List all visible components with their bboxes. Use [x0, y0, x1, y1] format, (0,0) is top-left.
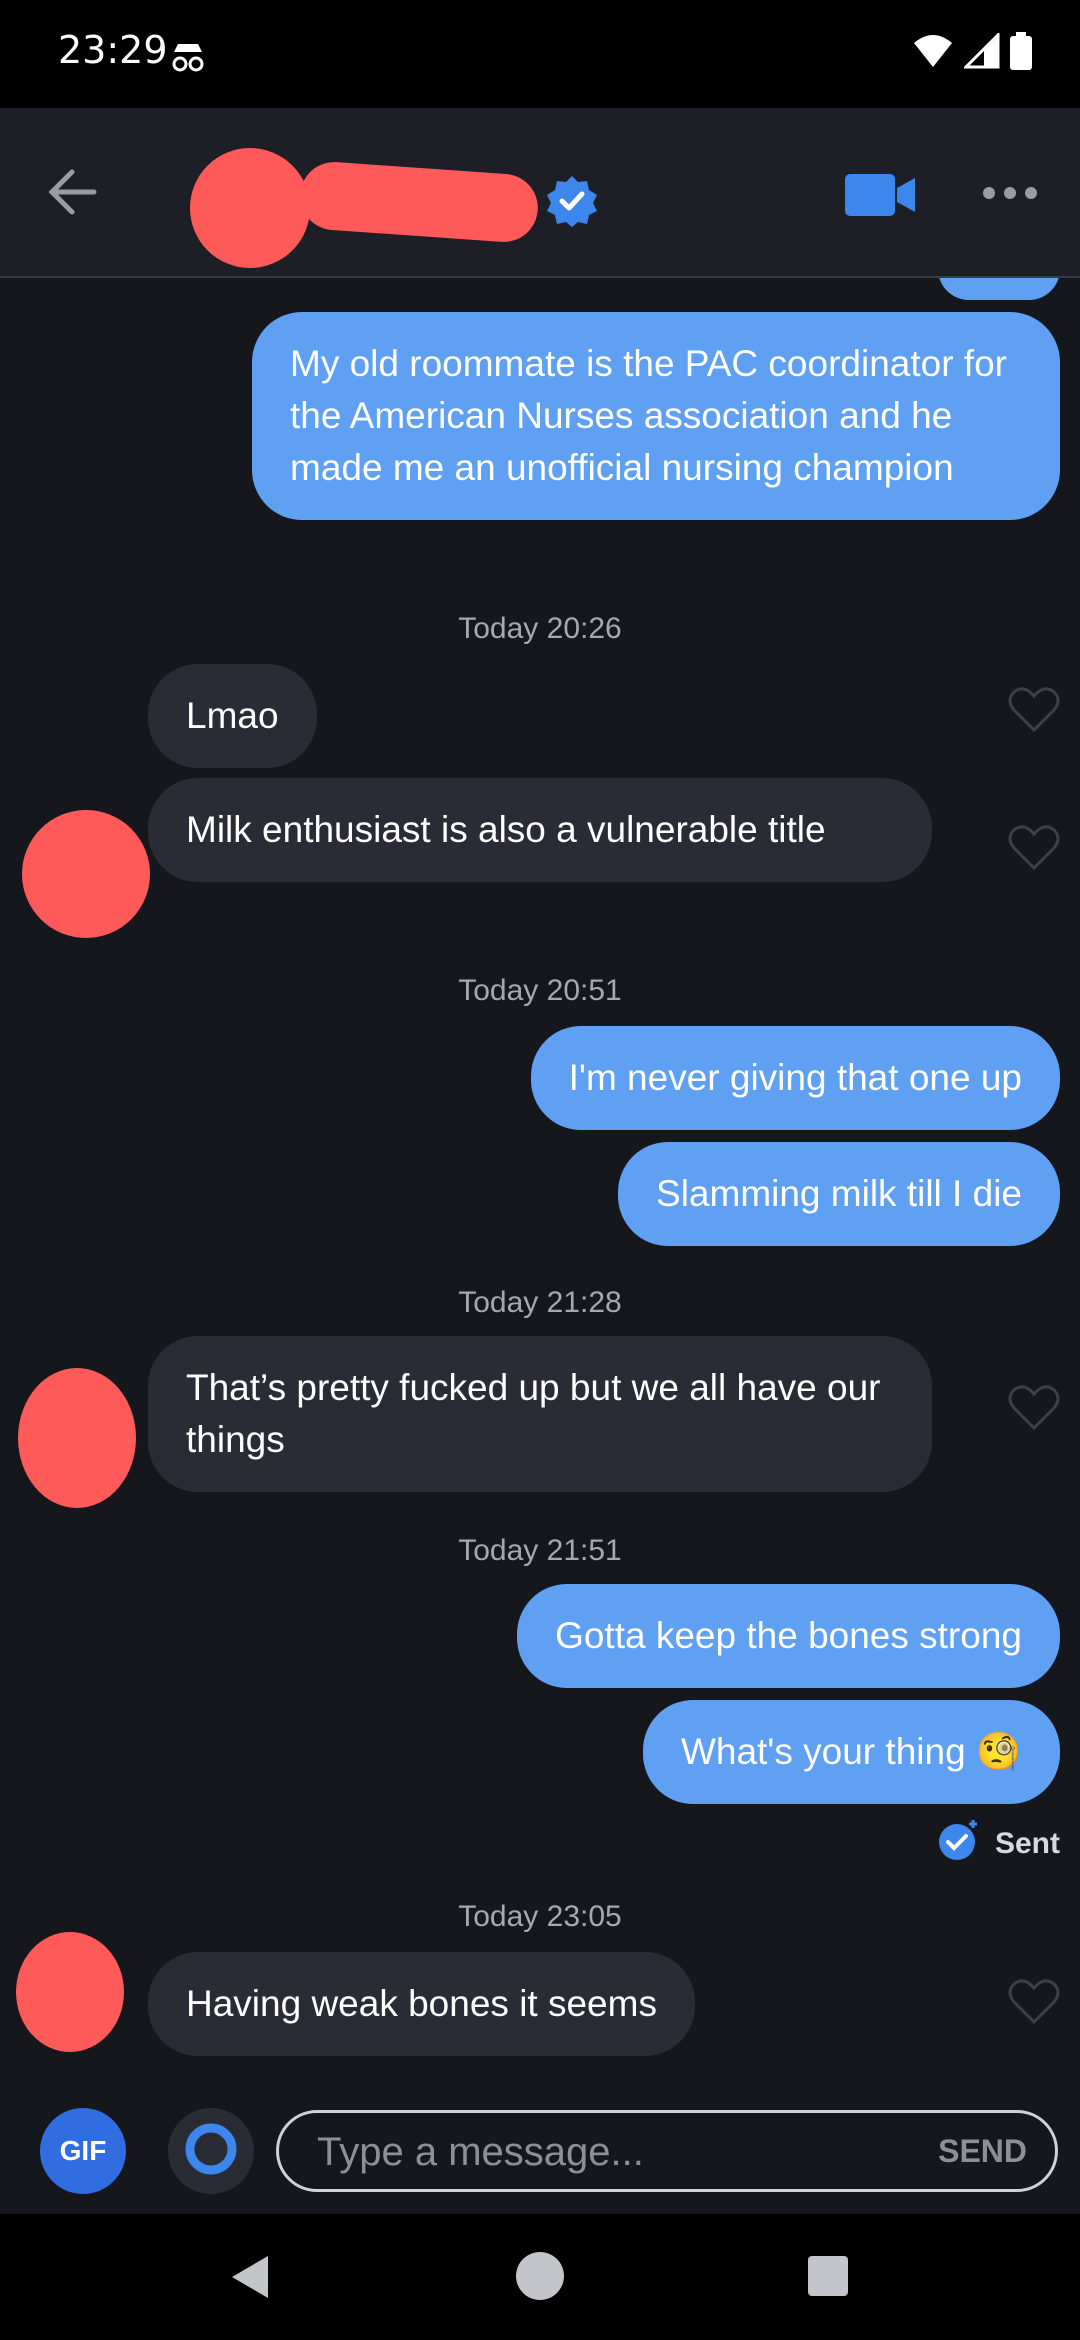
timestamp-time: 20:26 — [546, 612, 622, 645]
signal-icon — [962, 31, 1000, 74]
message-input[interactable] — [315, 2121, 879, 2183]
message-text: Lmao — [186, 695, 279, 736]
message-text: I'm never giving that one up — [568, 1057, 1022, 1098]
redacted-name — [297, 159, 541, 245]
timestamp: Today 20:51 — [0, 974, 1080, 1008]
message-outgoing[interactable]: My old roommate is the PAC coordinator f… — [252, 312, 1060, 520]
video-call-icon[interactable] — [845, 172, 917, 223]
more-icon[interactable] — [982, 186, 1038, 205]
message-text: Slamming milk till I die — [656, 1173, 1022, 1214]
message-outgoing[interactable]: I'm never giving that one up — [530, 1026, 1060, 1130]
message-incoming[interactable]: Milk enthusiast is also a vulnerable tit… — [148, 778, 932, 882]
message-text: Having weak bones it seems — [186, 1983, 657, 2024]
sender-avatar[interactable] — [16, 1932, 124, 2052]
verified-badge-icon — [545, 174, 599, 233]
message-text: What's your thing 🧐 — [680, 1731, 1022, 1772]
message-outgoing[interactable]: Slamming milk till I die — [618, 1142, 1060, 1246]
loop-icon — [183, 2121, 239, 2182]
timestamp: Today 23:05 — [0, 1900, 1080, 1934]
timestamp-time: 20:51 — [546, 974, 622, 1007]
heart-icon[interactable] — [1008, 686, 1060, 739]
gif-button[interactable]: GIF — [40, 2108, 126, 2194]
heart-icon[interactable] — [1008, 1384, 1060, 1437]
heart-icon[interactable] — [1008, 1978, 1060, 2031]
message-outgoing[interactable]: Gotta keep the bones strong — [517, 1584, 1060, 1688]
contact-avatar[interactable] — [190, 148, 310, 268]
back-arrow-icon[interactable] — [46, 168, 98, 221]
sender-avatar[interactable] — [22, 810, 150, 938]
nav-home-icon[interactable] — [514, 2250, 566, 2307]
timestamp-day: Today — [458, 1286, 539, 1319]
heart-icon[interactable] — [1008, 824, 1060, 877]
nav-recents-icon[interactable] — [806, 2254, 850, 2303]
composer-bar: GIF SEND — [0, 2080, 1080, 2214]
sent-check-icon — [937, 1818, 981, 1870]
message-incoming[interactable]: That’s pretty fucked up but we all have … — [148, 1336, 932, 1492]
message-outgoing[interactable]: What's your thing 🧐 — [642, 1700, 1060, 1804]
message-text: My old roommate is the PAC coordinator f… — [290, 343, 1007, 488]
message-field[interactable]: SEND — [276, 2110, 1058, 2192]
send-button[interactable]: SEND — [938, 2133, 1027, 2170]
status-time: 23:29 — [58, 28, 168, 72]
message-text: That’s pretty fucked up but we all have … — [186, 1367, 881, 1460]
sent-label: Sent — [994, 1827, 1060, 1860]
timestamp-time: 23:05 — [546, 1900, 622, 1933]
message-text: Gotta keep the bones strong — [555, 1615, 1022, 1656]
timestamp-day: Today — [458, 612, 539, 645]
system-icons — [912, 31, 1032, 75]
timestamp-day: Today — [458, 974, 539, 1007]
system-nav-bar — [0, 2214, 1080, 2340]
message-text: Milk enthusiast is also a vulnerable tit… — [186, 809, 826, 850]
wifi-icon — [912, 33, 954, 74]
nav-back-icon[interactable] — [228, 2252, 272, 2307]
timestamp-day: Today — [458, 1534, 539, 1567]
timestamp-day: Today — [458, 1900, 539, 1933]
timestamp: Today 21:28 — [0, 1286, 1080, 1320]
delivery-status: Sent — [937, 1818, 1060, 1870]
timestamp: Today 21:51 — [0, 1534, 1080, 1568]
timestamp: Today 20:26 — [0, 612, 1080, 646]
timestamp-time: 21:28 — [546, 1286, 622, 1319]
sender-avatar[interactable] — [18, 1368, 136, 1508]
loop-button[interactable] — [168, 2108, 254, 2194]
timestamp-time: 21:51 — [546, 1534, 622, 1567]
message-bubble-clipped — [938, 278, 1060, 300]
battery-icon — [1010, 32, 1032, 75]
status-bar: 23:29 — [0, 0, 1080, 108]
incognito-icon — [168, 36, 208, 81]
chat-header — [0, 108, 1080, 278]
message-list[interactable]: My old roommate is the PAC coordinator f… — [0, 278, 1080, 2080]
message-incoming[interactable]: Lmao — [148, 664, 317, 768]
message-incoming[interactable]: Having weak bones it seems — [148, 1952, 695, 2056]
